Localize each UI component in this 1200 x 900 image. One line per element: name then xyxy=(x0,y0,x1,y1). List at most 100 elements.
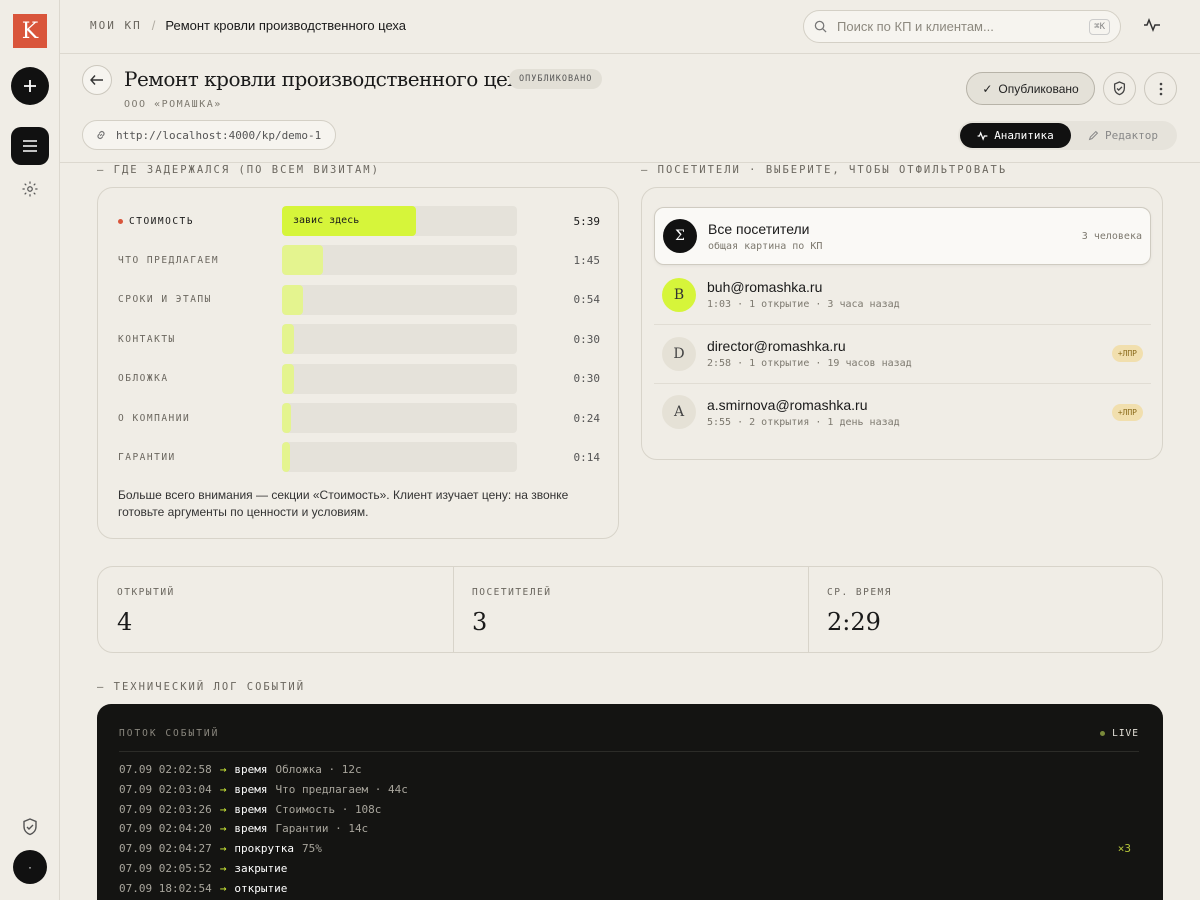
log-detail: Что предлагаем · 44с xyxy=(275,782,408,796)
visitors-card: Σ Все посетители общая картина по КП 3 чело… xyxy=(641,187,1163,460)
back-button[interactable] xyxy=(82,65,112,95)
new-proposal-button[interactable] xyxy=(11,67,49,105)
tab-analytics[interactable]: Аналитика xyxy=(960,123,1071,148)
dwell-label-text: КОНТАКТЫ xyxy=(118,333,176,345)
dwell-label-text: СТОИМОСТЬ xyxy=(129,215,194,227)
published-button[interactable]: ✓ Опубликовано xyxy=(966,72,1095,105)
shield-check-icon xyxy=(23,818,37,836)
dwell-label-text: ОБЛОЖКА xyxy=(118,373,169,385)
company-name: ООО «РОМАШКА» xyxy=(124,99,222,110)
breadcrumb-separator: / xyxy=(151,18,156,33)
dwell-section-label: ЧТО ПРЕДЛАГАЕМ xyxy=(118,255,282,266)
dwell-bar-fill xyxy=(282,324,294,355)
visitor-item[interactable]: Bbuh@romashka.ru 1:03 · 1 открытие · 3 ча… xyxy=(654,266,1151,324)
more-options-button[interactable] xyxy=(1144,72,1177,105)
search-shortcut: ⌘K xyxy=(1089,18,1110,35)
user-avatar[interactable]: · xyxy=(13,850,47,884)
visitor-avatar: D xyxy=(662,336,696,371)
log-detail: Стоимость · 108с xyxy=(275,802,382,816)
breadcrumb-current: Ремонт кровли производственного цеха xyxy=(165,18,407,33)
search-input[interactable] xyxy=(837,19,1090,34)
stat-value: 3 xyxy=(472,608,488,636)
log-event: время xyxy=(234,822,268,836)
visitor-name: Все посетители xyxy=(708,220,810,237)
gear-icon xyxy=(22,181,38,197)
tab-editor-label: Редактор xyxy=(1105,129,1158,142)
breadcrumb-root[interactable]: МОИ КП xyxy=(90,19,142,32)
more-vertical-icon xyxy=(1159,82,1162,95)
security-button[interactable] xyxy=(20,817,40,837)
arrow-left-icon xyxy=(90,75,103,85)
dwell-time: 0:54 xyxy=(573,293,601,307)
dwell-time: 0:24 xyxy=(573,411,601,425)
log-timestamp: 07.09 18:02:54 xyxy=(119,881,212,895)
dwell-bar-fill xyxy=(282,245,324,276)
log-detail: Гарантии · 14с xyxy=(275,822,369,836)
event-log: ПОТОК СОБЫТИЙ LIVE 07.09 02:02:58 → время О… xyxy=(97,704,1163,900)
visitor-filter-all[interactable]: Σ Все посетители общая картина по КП 3 чело… xyxy=(654,207,1151,265)
breadcrumb: МОИ КП / Ремонт кровли производственного… xyxy=(90,18,406,33)
pulse-icon xyxy=(1144,17,1160,33)
check-icon: ✓ xyxy=(982,81,993,96)
log-timestamp: 07.09 02:03:26 xyxy=(119,802,212,816)
visitor-info: a.smirnova@romashka.ru 5:55 · 2 открытия … xyxy=(707,397,1112,428)
dwell-section-title: — ГДЕ ЗАДЕРЖАЛСЯ (ПО ВСЕМ ВИЗИТАМ) xyxy=(97,164,380,176)
stat-avg-time: СР. ВРЕМЯ 2:29 xyxy=(808,567,1163,652)
visitor-item[interactable]: Ddirector@romashka.ru 2:58 · 1 открытие ·… xyxy=(654,324,1151,382)
hot-dot-icon xyxy=(118,218,123,224)
settings-button[interactable] xyxy=(20,179,40,199)
app-logo[interactable]: K xyxy=(13,14,47,48)
link-icon xyxy=(97,131,105,139)
dwell-bar-fill xyxy=(282,284,304,315)
log-line: 07.09 18:02:54 → открытие xyxy=(119,882,1139,895)
search-icon xyxy=(814,20,827,33)
arrow-right-icon: → xyxy=(219,822,227,836)
dwell-highlight-label: завис здесь xyxy=(293,215,360,226)
visitor-count: 3 человека xyxy=(1081,230,1142,242)
visitor-item[interactable]: Aa.smirnova@romashka.ru 5:55 · 2 открытия… xyxy=(654,382,1151,441)
pulse-icon xyxy=(977,130,988,141)
dwell-section-label: ГАРАНТИИ xyxy=(118,452,282,463)
dwell-bar-track xyxy=(282,324,517,355)
visitor-name: a.smirnova@romashka.ru xyxy=(707,396,868,413)
dwell-label-text: ГАРАНТИИ xyxy=(118,451,176,463)
dwell-row: ОБЛОЖКА 0:30 xyxy=(118,363,600,394)
menu-button[interactable] xyxy=(11,127,49,165)
tab-editor[interactable]: Редактор xyxy=(1071,123,1175,148)
dwell-section-label: О КОМПАНИИ xyxy=(118,413,282,424)
dwell-label-text: О КОМПАНИИ xyxy=(118,412,191,424)
protection-button[interactable] xyxy=(1103,72,1136,105)
visitor-meta: общая картина по КП xyxy=(708,240,823,252)
dwell-section-label: СТОИМОСТЬ xyxy=(118,216,282,227)
dwell-row: ГАРАНТИИ 0:14 xyxy=(118,442,601,473)
dwell-row: СТОИМОСТЬ завис здесь 5:39 xyxy=(118,206,600,236)
log-event: прокрутка xyxy=(234,842,294,856)
public-link[interactable]: http://localhost:4000/kp/demo-1 xyxy=(82,120,336,150)
live-indicator: LIVE xyxy=(1100,728,1139,739)
dwell-insight: Больше всего внимания — секции «Стоимост… xyxy=(118,488,569,519)
stat-value: 2:29 xyxy=(827,608,881,636)
visitors-section-title: — ПОСЕТИТЕЛИ · ВЫБЕРИТЕ, ЧТОБЫ ОТФИЛЬТРО… xyxy=(641,164,1008,176)
dwell-section-label: КОНТАКТЫ xyxy=(118,334,282,345)
activity-button[interactable] xyxy=(1143,17,1161,38)
topbar: МОИ КП / Ремонт кровли производственного… xyxy=(60,0,1200,54)
log-section-title: — ТЕХНИЧЕСКИЙ ЛОГ СОБЫТИЙ xyxy=(97,681,306,693)
dwell-time: 0:14 xyxy=(573,450,601,464)
visitor-meta: 1:03 · 1 открытие · 3 часа назад xyxy=(707,299,900,310)
plus-icon xyxy=(24,80,36,92)
dwell-label-text: СРОКИ И ЭТАПЫ xyxy=(118,294,212,306)
log-line: 07.09 02:02:58 → время Обложка · 12с xyxy=(119,763,1139,776)
live-label: LIVE xyxy=(1112,728,1139,739)
log-stream-title: ПОТОК СОБЫТИЙ xyxy=(119,728,220,739)
arrow-right-icon: → xyxy=(219,862,227,875)
log-timestamp: 07.09 02:02:58 xyxy=(119,763,212,776)
stat-label: СР. ВРЕМЯ xyxy=(827,587,892,598)
stat-label: ОТКРЫТИЙ xyxy=(117,587,175,598)
dwell-row: КОНТАКТЫ 0:30 xyxy=(118,324,600,355)
dwell-bar-track xyxy=(282,442,517,473)
dwell-card: СТОИМОСТЬ завис здесь 5:39 ЧТО ПРЕДЛАГАЕМ 1:… xyxy=(97,187,619,539)
visitor-name: buh@romashka.ru xyxy=(707,279,823,295)
log-timestamp: 07.09 02:05:52 xyxy=(119,862,212,875)
log-timestamp: 07.09 02:04:20 xyxy=(119,822,212,836)
dwell-time: 5:39 xyxy=(573,214,601,228)
